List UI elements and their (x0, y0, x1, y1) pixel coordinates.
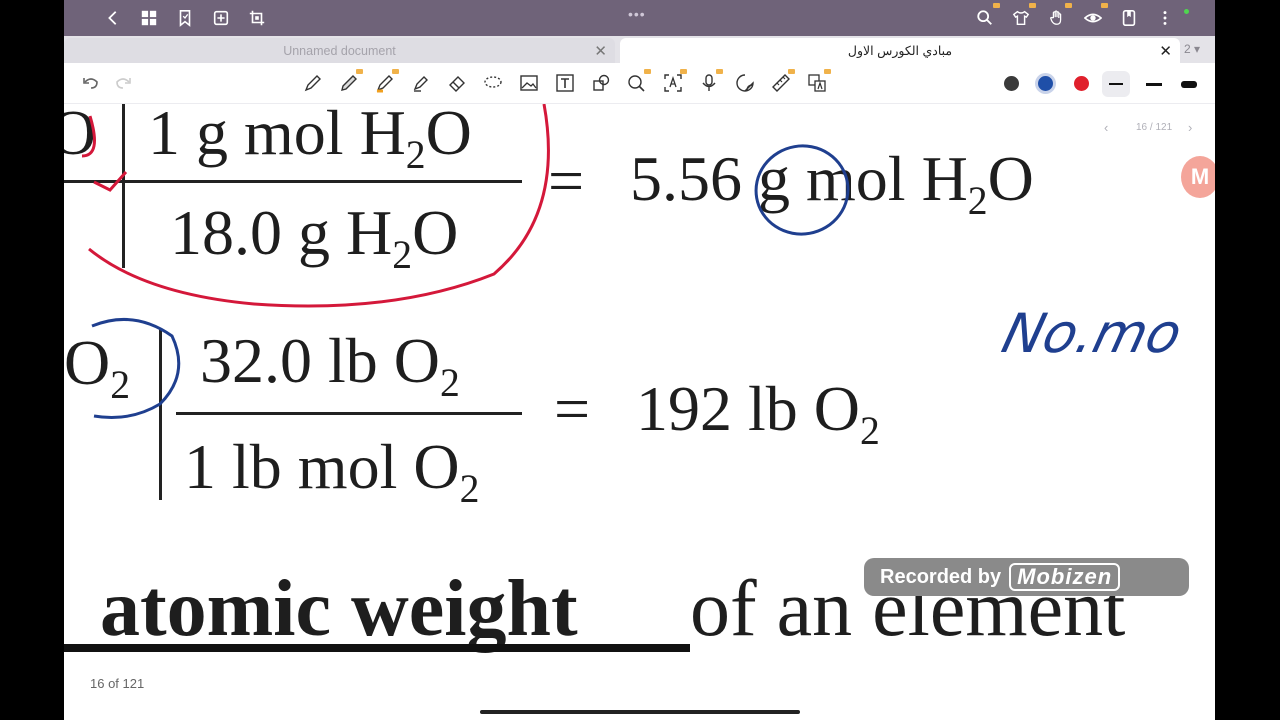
premium-crown-icon (1029, 3, 1036, 8)
tab-course-principles[interactable]: مبادي الكورس الاول ✕ (620, 38, 1180, 63)
add-page-icon[interactable] (210, 7, 232, 29)
watermark-brand-logo: Mobizen (1009, 563, 1121, 591)
drawing-toolbar (64, 63, 1215, 104)
premium-crown-icon (1101, 3, 1108, 8)
redo-icon[interactable] (112, 72, 134, 94)
highlighter-icon[interactable] (374, 69, 399, 94)
tab-count[interactable]: 2 ▾ (1184, 42, 1200, 56)
color-swatch-dark[interactable] (1004, 76, 1019, 91)
bookmark-icon[interactable] (174, 7, 196, 29)
notes-app-window: ••• Unnamed document ✕ مبادي الكورس الاو… (64, 0, 1215, 720)
close-icon[interactable]: ✕ (594, 42, 607, 60)
premium-crown-icon (788, 69, 795, 74)
tab-bar: Unnamed document ✕ مبادي الكورس الاول ✕ … (64, 36, 1215, 63)
eraser-icon[interactable] (446, 72, 468, 94)
sticker-icon[interactable] (734, 72, 756, 94)
medium-stroke-option[interactable] (1146, 83, 1162, 86)
recording-watermark: Recorded by Mobizen (864, 558, 1189, 596)
bookmark-page-icon[interactable] (1118, 7, 1140, 29)
blue-ink-circle-result (754, 144, 850, 236)
zoom-icon[interactable] (626, 69, 651, 94)
microphone-icon[interactable] (698, 69, 723, 94)
shapes-icon[interactable] (590, 72, 612, 94)
image-icon[interactable] (518, 72, 540, 94)
undo-icon[interactable] (80, 72, 102, 94)
premium-crown-icon (644, 69, 651, 74)
page-label: 16 of 121 (90, 676, 145, 691)
thin-stroke-icon (1109, 83, 1123, 85)
top-bar: ••• (64, 0, 1215, 36)
tab-label: مبادي الكورس الاول (847, 44, 953, 58)
red-ink-marks (81, 115, 128, 192)
premium-crown-icon (392, 69, 399, 74)
eye-icon[interactable] (1082, 3, 1108, 29)
pencil-icon[interactable] (338, 69, 363, 94)
text-recognition-icon[interactable] (662, 69, 687, 94)
search-icon[interactable] (974, 3, 1000, 29)
ruler-icon[interactable] (770, 69, 795, 94)
document-page[interactable]: ‹ 16 / 121 › M O 1 g mol H2O 18.0 g H2O … (64, 104, 1215, 720)
horizontal-scrollbar[interactable] (480, 710, 800, 714)
crop-icon[interactable] (246, 7, 268, 29)
shirt-icon[interactable] (1010, 3, 1036, 29)
more-icon[interactable] (1154, 7, 1176, 29)
blue-ink-circle-o2 (91, 317, 181, 419)
grid-icon[interactable] (138, 7, 160, 29)
handwritten-note: No.mo (996, 302, 1189, 365)
underline-bar (64, 644, 690, 652)
tab-unnamed-document[interactable]: Unnamed document ✕ (64, 38, 615, 63)
color-swatch-red[interactable] (1074, 76, 1089, 91)
red-ink-circle (88, 104, 550, 308)
premium-crown-icon (680, 69, 687, 74)
thick-stroke-option[interactable] (1181, 81, 1197, 88)
premium-crown-icon (1065, 3, 1072, 8)
premium-crown-icon (993, 3, 1000, 8)
pen-icon[interactable] (302, 72, 324, 94)
stroke-width-selected[interactable] (1102, 71, 1130, 97)
premium-crown-icon (716, 69, 723, 74)
premium-crown-icon (824, 69, 831, 74)
hand-icon[interactable] (1046, 3, 1072, 29)
center-handle[interactable]: ••• (628, 6, 646, 22)
atomic-weight-term: atomic weight (100, 565, 578, 653)
recording-indicator (1184, 9, 1189, 14)
translate-icon[interactable] (806, 69, 831, 94)
premium-crown-icon (356, 69, 363, 74)
watermark-prefix: Recorded by (880, 565, 1002, 588)
color-swatch-blue[interactable] (1038, 76, 1053, 91)
close-icon[interactable]: ✕ (1159, 42, 1172, 60)
marker-icon[interactable] (410, 72, 432, 94)
back-chevron-icon[interactable] (102, 7, 124, 29)
text-icon[interactable] (554, 72, 576, 94)
lasso-icon[interactable] (482, 72, 504, 94)
tab-label: Unnamed document (283, 43, 396, 58)
